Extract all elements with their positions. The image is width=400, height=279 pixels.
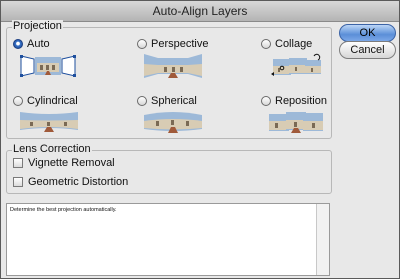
description-scrollbar[interactable] — [316, 204, 329, 275]
spherical-projection-icon — [144, 112, 202, 133]
checkbox-vignette-removal[interactable]: Vignette Removal — [13, 157, 115, 169]
vignette-removal-label: Vignette Removal — [28, 157, 115, 169]
radio-cylindrical[interactable]: Cylindrical — [13, 95, 78, 107]
radio-reposition-label: Reposition — [275, 95, 327, 107]
perspective-projection-icon — [144, 54, 202, 78]
radio-collage-button[interactable] — [261, 39, 271, 49]
lens-correction-legend: Lens Correction — [12, 143, 92, 155]
radio-reposition[interactable]: Reposition — [261, 95, 327, 107]
radio-reposition-button[interactable] — [261, 96, 271, 106]
radio-perspective[interactable]: Perspective — [137, 38, 208, 50]
radio-spherical-label: Spherical — [151, 95, 197, 107]
auto-align-layers-dialog: Auto-Align Layers Projection Auto Perspe… — [0, 0, 400, 279]
radio-spherical-button[interactable] — [137, 96, 147, 106]
collage-projection-icon — [271, 53, 321, 76]
dialog-title: Auto-Align Layers — [1, 1, 399, 22]
cancel-button[interactable]: Cancel — [339, 41, 396, 59]
vignette-removal-checkbox[interactable] — [13, 158, 23, 168]
auto-projection-icon — [20, 55, 76, 77]
radio-auto-button[interactable] — [13, 39, 23, 49]
radio-collage[interactable]: Collage — [261, 38, 312, 50]
radio-auto-label: Auto — [27, 38, 50, 50]
geometric-distortion-label: Geometric Distortion — [28, 176, 129, 188]
radio-cylindrical-button[interactable] — [13, 96, 23, 106]
description-box: Determine the best projection automatica… — [6, 203, 330, 276]
radio-cylindrical-label: Cylindrical — [27, 95, 78, 107]
checkbox-geometric-distortion[interactable]: Geometric Distortion — [13, 176, 128, 188]
ok-button[interactable]: OK — [339, 24, 396, 42]
radio-spherical[interactable]: Spherical — [137, 95, 197, 107]
cylindrical-projection-icon — [20, 112, 78, 132]
radio-auto[interactable]: Auto — [13, 38, 50, 50]
projection-legend: Projection — [12, 20, 63, 32]
geometric-distortion-checkbox[interactable] — [13, 177, 23, 187]
reposition-projection-icon — [269, 112, 323, 133]
radio-perspective-button[interactable] — [137, 39, 147, 49]
radio-perspective-label: Perspective — [151, 38, 209, 50]
radio-collage-label: Collage — [275, 38, 313, 50]
description-text: Determine the best projection automatica… — [10, 207, 117, 213]
